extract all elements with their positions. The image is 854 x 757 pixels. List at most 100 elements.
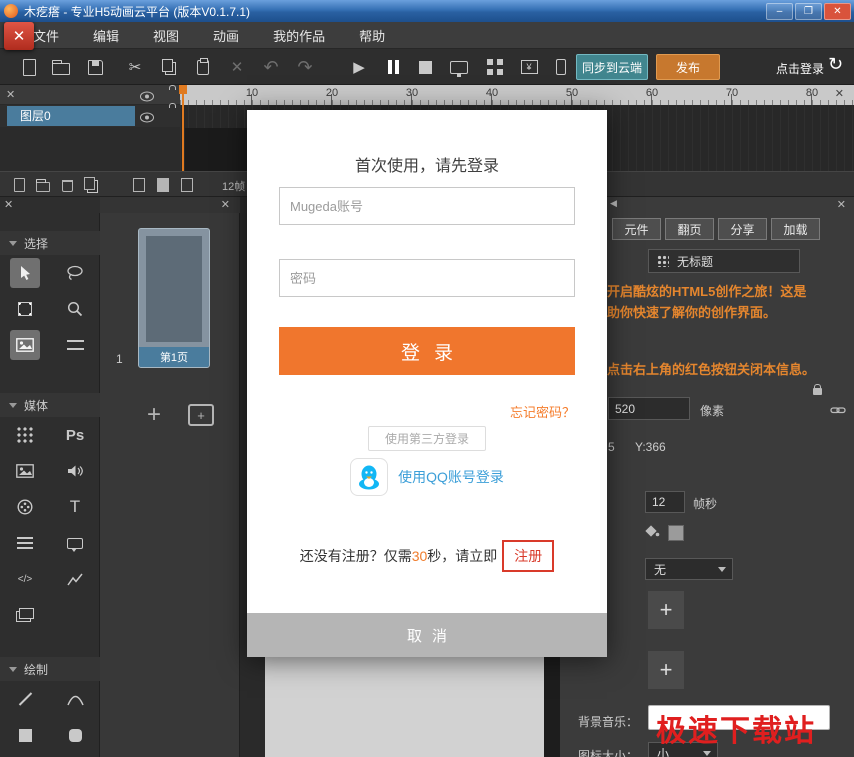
insert-frame-button[interactable]: [128, 176, 150, 194]
sync-to-cloud-button[interactable]: 同步到云端: [576, 54, 648, 80]
tab-pageflip[interactable]: 翻页: [665, 218, 714, 240]
cancel-button[interactable]: 取消: [247, 613, 607, 657]
save-button[interactable]: [82, 56, 108, 78]
tool-panel-close-icon[interactable]: ✕: [4, 198, 13, 211]
rectangle-tool[interactable]: [0, 717, 50, 753]
login-button[interactable]: 登录: [279, 327, 575, 375]
insert-page-button[interactable]: +: [188, 404, 214, 426]
menu-edit[interactable]: 编辑: [76, 22, 136, 48]
keyframe-icon: [157, 178, 169, 192]
menu-animation[interactable]: 动画: [196, 22, 256, 48]
new-file-button[interactable]: [16, 56, 42, 78]
lock-ratio-icon[interactable]: [813, 388, 822, 395]
qr-code-button[interactable]: [482, 56, 508, 78]
preview-button[interactable]: [446, 56, 472, 78]
delete-layer-button[interactable]: [56, 176, 78, 194]
new-layer-button[interactable]: [8, 176, 30, 194]
close-button[interactable]: ✕: [824, 3, 851, 20]
pages-panel-close-icon[interactable]: ✕: [221, 198, 230, 211]
film-reel-icon: [17, 499, 33, 515]
tab-component[interactable]: 元件: [612, 218, 661, 240]
layer-row[interactable]: 图层0: [0, 105, 180, 127]
tutorial-close-button[interactable]: ✕: [4, 22, 34, 50]
duplicate-layer-button[interactable]: [80, 176, 102, 194]
curve-tool[interactable]: [50, 681, 100, 717]
menu-view[interactable]: 视图: [136, 22, 196, 48]
qq-login-button[interactable]: 使用QQ账号登录: [247, 458, 607, 496]
insert-keyframe-button[interactable]: [152, 176, 174, 194]
fps-input[interactable]: [645, 491, 685, 513]
clear-frame-button[interactable]: [176, 176, 198, 194]
pixel-unit-label: 像素: [700, 402, 724, 419]
forgot-password-link[interactable]: 忘记密码？: [510, 402, 575, 421]
video-tool[interactable]: [0, 489, 50, 525]
paragraph-tool[interactable]: [0, 525, 50, 561]
playhead-line[interactable]: [182, 85, 184, 171]
properties-panel-close-icon[interactable]: ✕: [837, 198, 846, 211]
chart-tool[interactable]: [50, 561, 100, 597]
paste-button[interactable]: [190, 56, 216, 78]
new-folder-button[interactable]: [32, 176, 54, 194]
tab-share[interactable]: 分享: [718, 218, 767, 240]
device-preview-button[interactable]: [548, 56, 574, 78]
menu-my-works[interactable]: 我的作品: [256, 22, 342, 48]
guides-tool[interactable]: [50, 327, 100, 363]
cursor-tool[interactable]: [0, 255, 50, 291]
stage-width-input[interactable]: [608, 397, 690, 420]
library-tool[interactable]: [0, 597, 50, 633]
refresh-icon[interactable]: ↻: [828, 54, 843, 75]
rounded-rectangle-tool[interactable]: [50, 717, 100, 753]
timeline-close-icon[interactable]: ✕: [835, 87, 844, 100]
component-grid-tool[interactable]: [0, 417, 50, 453]
stop-button[interactable]: [412, 56, 438, 78]
shape-tool[interactable]: [50, 525, 100, 561]
toolbar-login-link[interactable]: 点击登录: [776, 60, 824, 77]
timeline-ruler[interactable]: 10 20 30 40 50 60 70 80 ✕: [180, 85, 854, 105]
section-media[interactable]: 媒体: [0, 393, 100, 417]
pause-button[interactable]: [380, 56, 406, 78]
photoshop-tool[interactable]: Ps: [50, 417, 100, 453]
undo-button[interactable]: ↶: [258, 56, 284, 78]
add-item-button-2[interactable]: +: [648, 651, 684, 689]
publish-button[interactable]: 发布: [656, 54, 720, 80]
effect-dropdown[interactable]: 无: [645, 558, 733, 580]
tab-loading[interactable]: 加载: [771, 218, 820, 240]
paint-bucket-icon[interactable]: [643, 523, 660, 541]
password-input[interactable]: [279, 259, 575, 297]
minimize-button[interactable]: –: [766, 3, 793, 20]
register-link[interactable]: 注册: [502, 540, 554, 572]
tool-panel-header: ✕: [0, 197, 100, 213]
lasso-tool[interactable]: [50, 255, 100, 291]
save-icon: [88, 60, 103, 75]
redo-button[interactable]: ↷: [292, 56, 318, 78]
page-thumbnail[interactable]: 第1页: [138, 228, 210, 368]
maximize-button[interactable]: ❐: [795, 3, 822, 20]
layer-name[interactable]: 图层0: [7, 106, 135, 126]
text-tool[interactable]: T: [50, 489, 100, 525]
document-title-field[interactable]: 无标题: [648, 249, 800, 273]
account-input[interactable]: [279, 187, 575, 225]
cut-button[interactable]: ✂: [122, 56, 148, 78]
transform-tool[interactable]: [0, 291, 50, 327]
copy-button[interactable]: [156, 56, 182, 78]
open-file-button[interactable]: [48, 56, 74, 78]
play-button[interactable]: ▶: [346, 56, 372, 78]
delete-button[interactable]: ✕: [224, 56, 250, 78]
image-select-tool[interactable]: [0, 327, 50, 363]
add-page-button[interactable]: +: [140, 401, 168, 429]
layer-panel-close-icon[interactable]: ✕: [6, 88, 15, 101]
audio-tool[interactable]: [50, 453, 100, 489]
zoom-tool[interactable]: [50, 291, 100, 327]
section-draw[interactable]: 绘制: [0, 657, 100, 681]
section-select[interactable]: 选择: [0, 231, 100, 255]
layer-visibility-icon[interactable]: [140, 110, 154, 128]
line-tool[interactable]: [0, 681, 50, 717]
add-item-button-1[interactable]: +: [648, 591, 684, 629]
background-color-swatch[interactable]: [668, 525, 684, 541]
panel-collapse-icon[interactable]: ◀: [610, 198, 617, 209]
pricing-button[interactable]: ¥: [516, 56, 542, 78]
link-icon[interactable]: [830, 403, 846, 420]
menu-help[interactable]: 帮助: [342, 22, 402, 48]
code-tool[interactable]: </>: [0, 561, 50, 597]
image-tool[interactable]: [0, 453, 50, 489]
